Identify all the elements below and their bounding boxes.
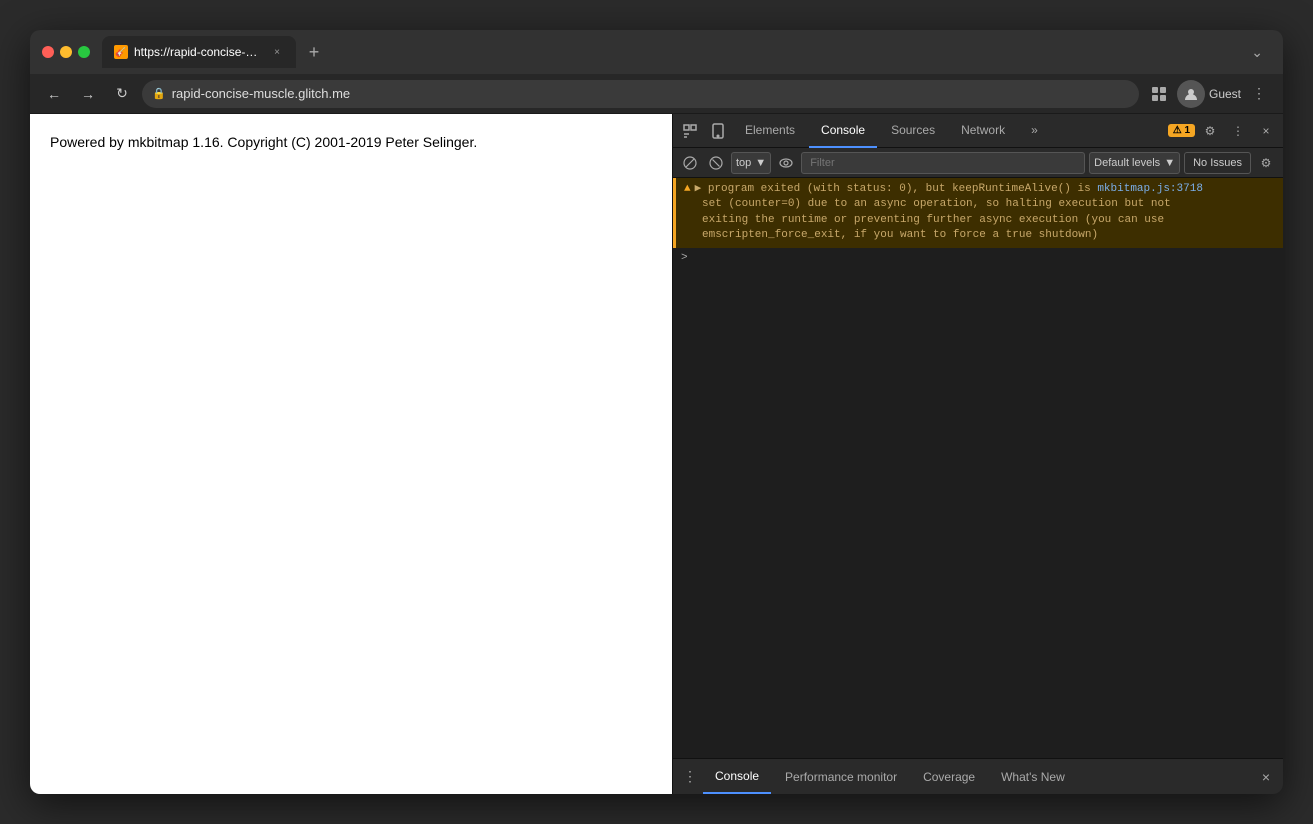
- devtools-tab-console[interactable]: Console: [809, 114, 877, 148]
- console-warning-message: ▲ ▶ program exited (with status: 0), but…: [673, 178, 1283, 248]
- console-warning-row: ▲ ▶ program exited (with status: 0), but…: [684, 182, 1275, 197]
- filter-input[interactable]: [801, 152, 1085, 174]
- page-content: Powered by mkbitmap 1.16. Copyright (C) …: [30, 114, 672, 170]
- traffic-lights: [42, 46, 90, 58]
- drawer-menu-button[interactable]: ⋮: [679, 766, 701, 788]
- no-issues-badge: No Issues: [1184, 152, 1251, 174]
- new-tab-button[interactable]: +: [300, 38, 328, 66]
- devtools-settings-button[interactable]: ⚙: [1197, 118, 1223, 144]
- context-selector[interactable]: top ▼: [731, 152, 771, 174]
- console-prompt-arrow: >: [681, 252, 688, 264]
- console-toolbar: top ▼ Default levels ▼ No Issues: [673, 148, 1283, 178]
- url-text: rapid-concise-muscle.glitch.me: [172, 86, 350, 101]
- devtools-tab-sources[interactable]: Sources: [879, 114, 947, 148]
- main-content: Powered by mkbitmap 1.16. Copyright (C) …: [30, 114, 1283, 794]
- devtools-more-button[interactable]: ⋮: [1225, 118, 1251, 144]
- tab-bar: 🎸 https://rapid-concise-muscle.g... × +: [102, 36, 1235, 68]
- drawer-tab-console[interactable]: Console: [703, 760, 771, 794]
- devtools-close-button[interactable]: ×: [1253, 118, 1279, 144]
- tab-title: https://rapid-concise-muscle.g...: [134, 45, 264, 59]
- close-window-button[interactable]: [42, 46, 54, 58]
- drawer-tab-whats-new[interactable]: What's New: [989, 760, 1077, 794]
- devtools-tab-elements[interactable]: Elements: [733, 114, 807, 148]
- devtools-panel: Elements Console Sources Network » ⚠ 1: [672, 114, 1283, 794]
- forward-button[interactable]: →: [74, 80, 102, 108]
- warning-badge: ⚠ 1: [1168, 124, 1195, 137]
- devtools-tab-more[interactable]: »: [1019, 114, 1050, 148]
- console-prompt-line: >: [673, 248, 1283, 268]
- console-warning-text: ▶ program exited (with status: 0), but k…: [695, 182, 1275, 197]
- maximize-window-button[interactable]: [78, 46, 90, 58]
- devtools-tab-network[interactable]: Network: [949, 114, 1017, 148]
- drawer-tab-coverage[interactable]: Coverage: [911, 760, 987, 794]
- more-options-button[interactable]: ⋮: [1245, 80, 1273, 108]
- drawer-close-button[interactable]: ×: [1255, 766, 1277, 788]
- block-icon[interactable]: [705, 152, 727, 174]
- file-link[interactable]: mkbitmap.js:3718: [1097, 183, 1203, 195]
- address-bar[interactable]: 🔒 rapid-concise-muscle.glitch.me: [142, 80, 1139, 108]
- device-toolbar-button[interactable]: [705, 118, 731, 144]
- default-levels-selector[interactable]: Default levels ▼: [1089, 152, 1180, 174]
- profile-label: Guest: [1209, 87, 1241, 101]
- inspect-element-button[interactable]: [677, 118, 703, 144]
- drawer-tab-performance-monitor[interactable]: Performance monitor: [773, 760, 909, 794]
- page-text: Powered by mkbitmap 1.16. Copyright (C) …: [50, 134, 477, 150]
- console-settings-button[interactable]: ⚙: [1255, 152, 1277, 174]
- nav-bar: ← → ↻ 🔒 rapid-concise-muscle.glitch.me: [30, 74, 1283, 114]
- warning-icon: ▲: [684, 182, 691, 197]
- nav-bar-end: Guest ⋮: [1145, 80, 1273, 108]
- devtools-toolbar-icons: ⚠ 1 ⚙ ⋮ ×: [1168, 118, 1279, 144]
- tab-close-button[interactable]: ×: [270, 45, 284, 59]
- tab-favicon: 🎸: [114, 45, 128, 59]
- title-bar: 🎸 https://rapid-concise-muscle.g... × + …: [30, 30, 1283, 74]
- active-tab[interactable]: 🎸 https://rapid-concise-muscle.g... ×: [102, 36, 296, 68]
- extensions-button[interactable]: [1145, 80, 1173, 108]
- eye-icon-button[interactable]: [775, 152, 797, 174]
- lock-icon: 🔒: [152, 87, 166, 100]
- console-output: ▲ ▶ program exited (with status: 0), but…: [673, 178, 1283, 758]
- profile-button[interactable]: [1177, 80, 1205, 108]
- refresh-button[interactable]: ↻: [108, 80, 136, 108]
- browser-window: 🎸 https://rapid-concise-muscle.g... × + …: [30, 30, 1283, 794]
- back-button[interactable]: ←: [40, 80, 68, 108]
- window-menu-chevron[interactable]: ⌄: [1243, 44, 1271, 61]
- clear-console-button[interactable]: [679, 152, 701, 174]
- minimize-window-button[interactable]: [60, 46, 72, 58]
- browser-viewport: Powered by mkbitmap 1.16. Copyright (C) …: [30, 114, 672, 794]
- devtools-toolbar: Elements Console Sources Network » ⚠ 1: [673, 114, 1283, 148]
- devtools-drawer: ⋮ Console Performance monitor Coverage W…: [673, 758, 1283, 794]
